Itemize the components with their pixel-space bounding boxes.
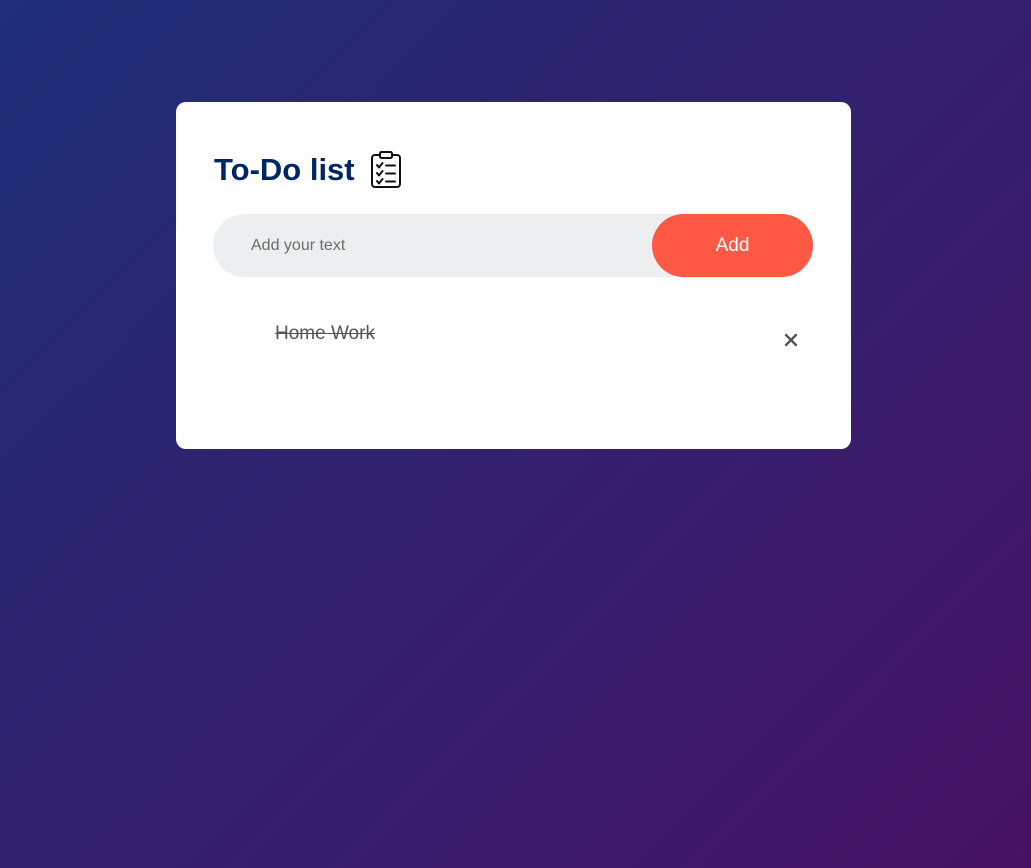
title-row: To-Do list <box>214 150 403 190</box>
page-title: To-Do list <box>214 152 355 187</box>
task-list: Home Work <box>213 318 813 354</box>
task-text: Home Work <box>275 323 375 344</box>
clipboard-checklist-icon <box>369 150 403 190</box>
close-icon[interactable] <box>779 328 803 352</box>
task-input-row: Add <box>213 213 813 278</box>
task-input[interactable] <box>213 213 652 278</box>
add-button[interactable]: Add <box>652 214 813 277</box>
list-item[interactable]: Home Work <box>213 318 813 354</box>
todo-card: To-Do list Add Home Work <box>176 102 851 449</box>
